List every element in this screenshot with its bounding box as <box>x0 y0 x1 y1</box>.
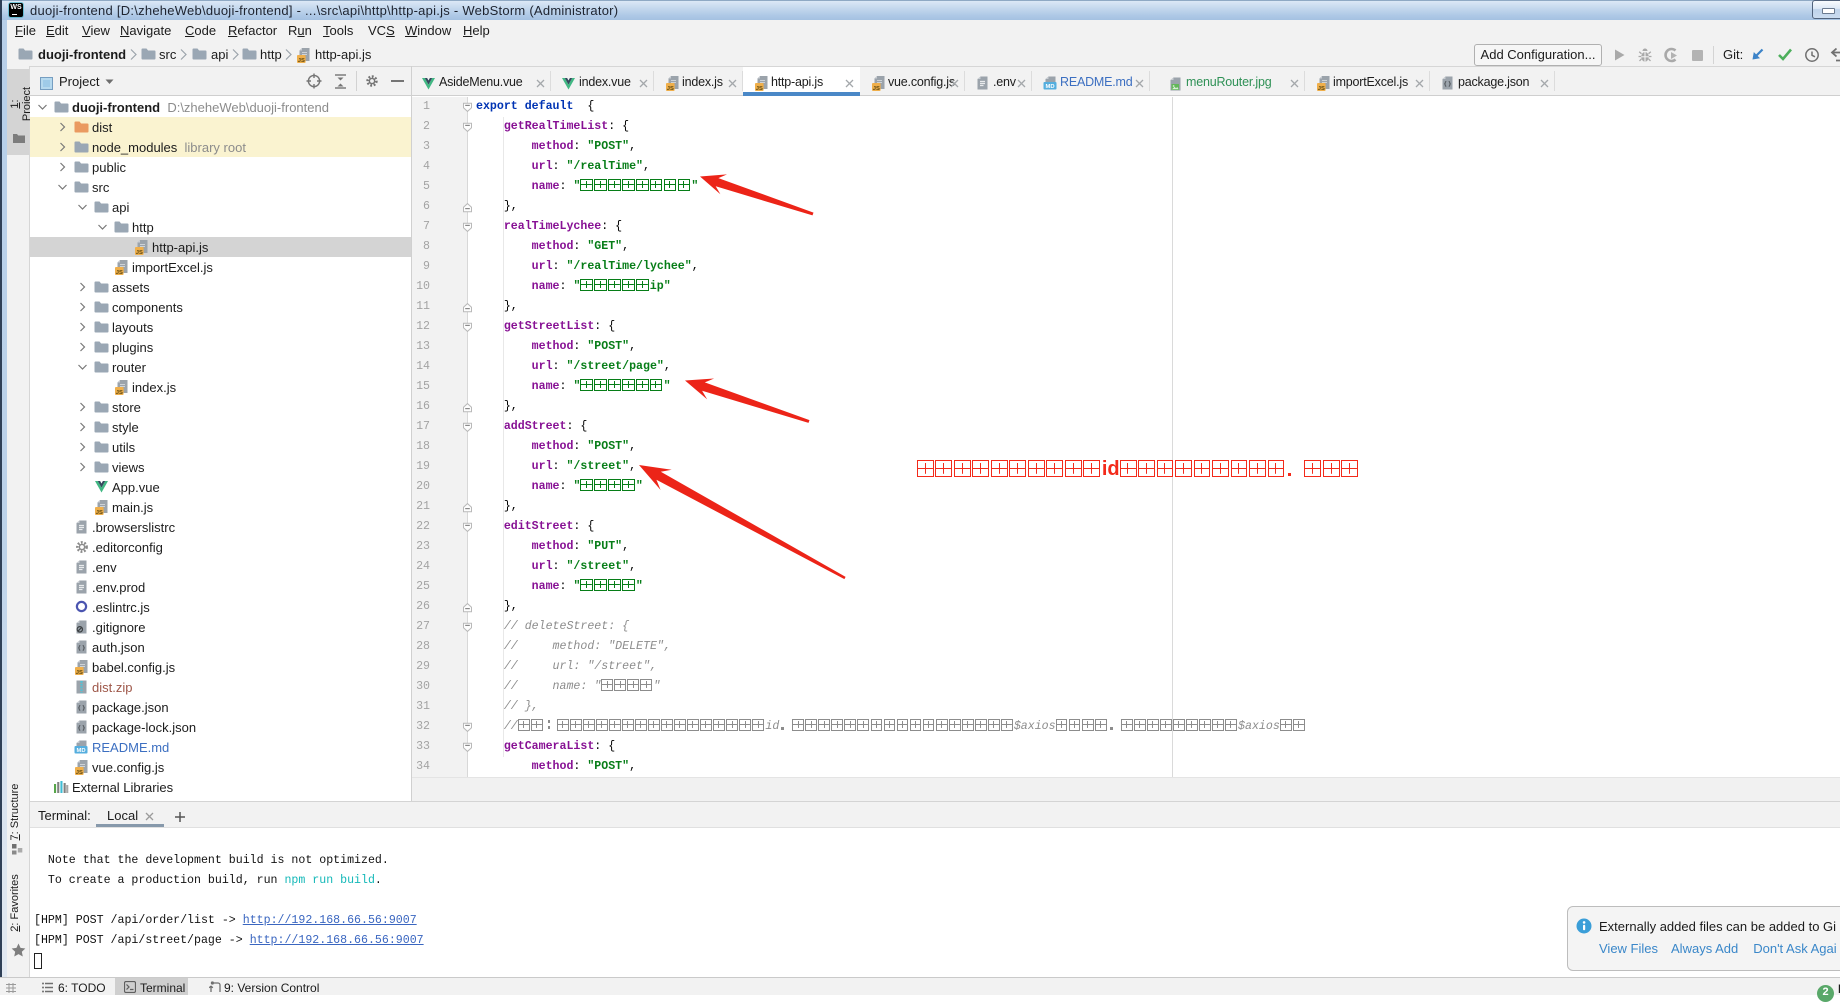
svg-text:JS: JS <box>116 390 123 395</box>
svg-text:MD: MD <box>76 748 85 754</box>
svg-text:JS: JS <box>76 770 83 775</box>
svg-text:JS: JS <box>136 250 143 255</box>
svg-text:JS: JS <box>96 510 103 515</box>
svg-text:JS: JS <box>1318 86 1325 91</box>
svg-text:MD: MD <box>1045 84 1054 90</box>
svg-text:JS: JS <box>298 58 305 63</box>
svg-text:JS: JS <box>667 86 674 91</box>
svg-text:JS: JS <box>873 86 880 91</box>
svg-text:JS: JS <box>76 670 83 675</box>
svg-text:JS: JS <box>116 270 123 275</box>
svg-text:JS: JS <box>756 86 763 91</box>
